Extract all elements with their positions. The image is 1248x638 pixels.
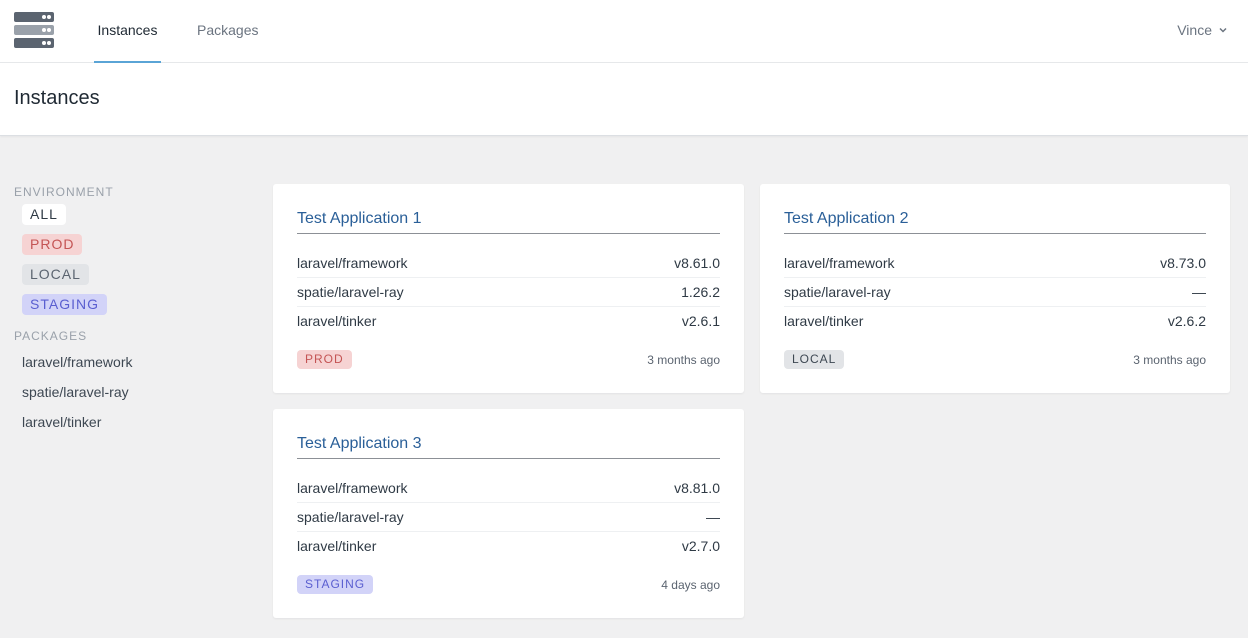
package-version: v2.6.1 [681,313,720,329]
env-filter-all[interactable]: ALL [22,204,66,225]
server-rack-icon[interactable] [14,12,54,48]
environment-badge: PROD [297,350,352,369]
package-version: v8.81.0 [674,480,720,496]
package-name: laravel/framework [784,255,895,271]
env-filter-local[interactable]: LOCAL [22,264,89,285]
package-version: v2.6.2 [1167,313,1206,329]
package-version: — [706,509,720,525]
updated-time: 3 months ago [647,352,720,367]
environment-badge: STAGING [297,575,374,594]
package-version: — [1192,284,1206,300]
instance-card: Test Application 1 laravel/framework v8.… [273,184,744,393]
package-row: spatie/laravel-ray — [784,278,1206,307]
package-name: spatie/laravel-ray [297,284,404,300]
user-name: Vince [1177,22,1212,38]
tab-instances[interactable]: Instances [94,0,161,63]
environment-badge: LOCAL [784,350,845,369]
env-filter-staging[interactable]: STAGING [22,294,107,315]
instance-card: Test Application 2 laravel/framework v8.… [760,184,1230,393]
package-row: laravel/framework v8.61.0 [297,249,720,278]
package-version: 1.26.2 [681,284,720,300]
package-row: laravel/framework v8.73.0 [784,249,1206,278]
package-version: v8.73.0 [1160,255,1206,271]
page-header: Instances [0,63,1248,136]
package-version: v8.61.0 [674,255,720,271]
package-filter-laravel-tinker[interactable]: laravel/tinker [22,407,244,437]
package-name: laravel/tinker [297,538,377,554]
instance-title-link[interactable]: Test Application 3 [297,433,720,459]
package-name: laravel/tinker [784,313,864,329]
env-filter-prod[interactable]: PROD [22,234,83,255]
updated-time: 4 days ago [661,577,720,592]
package-name: spatie/laravel-ray [297,509,404,525]
instance-title-link[interactable]: Test Application 1 [297,208,720,234]
instance-card: Test Application 3 laravel/framework v8.… [273,409,744,618]
tab-packages[interactable]: Packages [197,0,258,63]
package-row: laravel/tinker v2.6.2 [784,307,1206,336]
package-row: spatie/laravel-ray 1.26.2 [297,278,720,307]
chevron-down-icon [1219,27,1227,33]
package-name: laravel/tinker [297,313,377,329]
filter-sidebar: ENVIRONMENT ALL PROD LOCAL STAGING PACKA… [14,184,244,437]
package-row: laravel/tinker v2.7.0 [297,532,720,561]
top-nav: Instances Packages Vince [0,0,1248,63]
package-row: laravel/tinker v2.6.1 [297,307,720,336]
updated-time: 3 months ago [1133,352,1206,367]
packages-heading: PACKAGES [14,329,88,343]
user-menu[interactable]: Vince [1177,0,1228,60]
package-version: v2.7.0 [681,538,720,554]
environment-heading: ENVIRONMENT [14,185,114,199]
package-filter-laravel-framework[interactable]: laravel/framework [22,347,244,377]
page-title: Instances [14,87,100,109]
instance-title-link[interactable]: Test Application 2 [784,208,1206,234]
package-name: spatie/laravel-ray [784,284,891,300]
package-row: spatie/laravel-ray — [297,503,720,532]
package-filter-spatie-laravel-ray[interactable]: spatie/laravel-ray [22,377,244,407]
package-name: laravel/framework [297,255,408,271]
package-name: laravel/framework [297,480,408,496]
package-row: laravel/framework v8.81.0 [297,474,720,503]
